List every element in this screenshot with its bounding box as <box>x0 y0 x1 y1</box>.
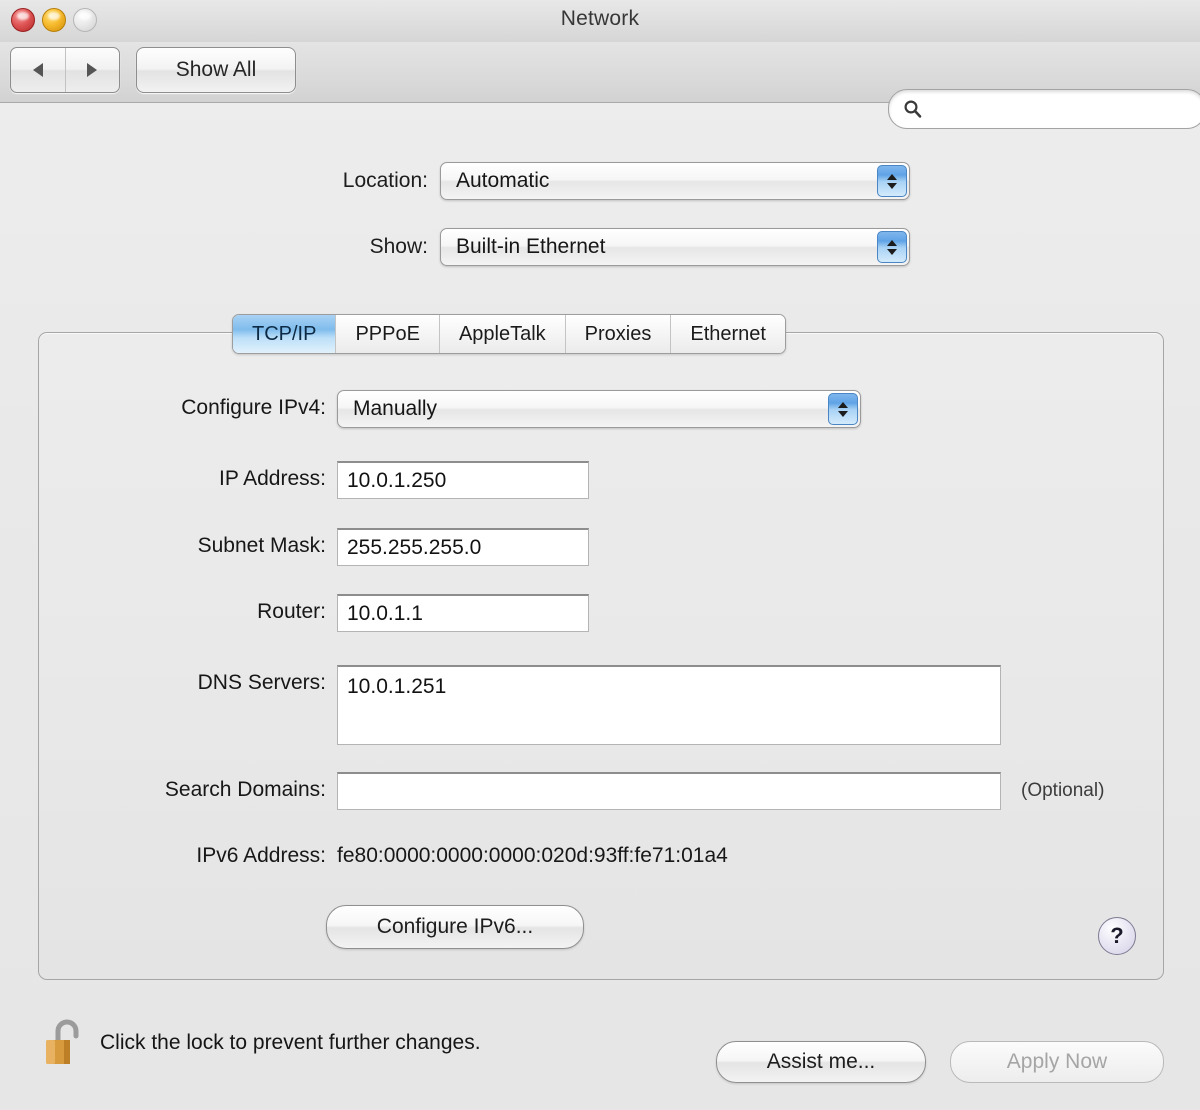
tab-tcpip[interactable]: TCP/IP <box>233 315 335 353</box>
dns-servers-row: DNS Servers: 10.0.1.251 <box>98 665 1001 745</box>
show-label: Show: <box>298 235 440 259</box>
apply-now-label: Apply Now <box>1007 1050 1107 1074</box>
forward-button[interactable] <box>65 48 120 92</box>
router-input[interactable]: 10.0.1.1 <box>337 594 589 632</box>
page-title: Network <box>0 7 1200 31</box>
search-icon <box>903 99 923 119</box>
lock-area: Click the lock to prevent further change… <box>42 1018 481 1068</box>
ip-address-label: IP Address: <box>98 461 337 497</box>
back-button[interactable] <box>11 48 65 92</box>
chevron-updown-icon <box>877 231 907 263</box>
assist-me-button[interactable]: Assist me... <box>716 1041 926 1083</box>
subnet-mask-label: Subnet Mask: <box>98 528 337 564</box>
configure-ipv4-value: Manually <box>338 397 437 421</box>
lock-message: Click the lock to prevent further change… <box>86 1031 481 1055</box>
search-domains-hint: (Optional) <box>1001 772 1104 810</box>
forward-triangle-icon <box>87 63 97 77</box>
configure-ipv4-popup-button[interactable]: Manually <box>337 390 861 428</box>
search-input[interactable] <box>923 90 1200 128</box>
configure-ipv4-row: Configure IPv4: Manually <box>98 390 861 428</box>
chevron-updown-icon <box>877 165 907 197</box>
show-value: Built-in Ethernet <box>441 235 605 259</box>
apply-now-button[interactable]: Apply Now <box>950 1041 1164 1083</box>
show-popup-button[interactable]: Built-in Ethernet <box>440 228 910 266</box>
ipv6-address-value: fe80:0000:0000:0000:020d:93ff:fe71:01a4 <box>337 838 728 874</box>
subnet-mask-input[interactable]: 255.255.255.0 <box>337 528 589 566</box>
toolbar: Show All <box>0 42 1200 103</box>
search-domains-input[interactable] <box>337 772 1001 810</box>
dns-servers-label: DNS Servers: <box>98 665 337 701</box>
window-titlebar: Network <box>0 0 1200 42</box>
ipv6-address-row: IPv6 Address: fe80:0000:0000:0000:020d:9… <box>98 838 728 874</box>
tab-proxies[interactable]: Proxies <box>565 315 671 353</box>
unlocked-padlock-icon[interactable] <box>42 1018 86 1068</box>
router-row: Router: 10.0.1.1 <box>98 594 589 632</box>
show-all-label: Show All <box>176 58 257 82</box>
search-domains-label: Search Domains: <box>98 772 337 808</box>
search-domains-row: Search Domains: (Optional) <box>98 772 1104 810</box>
tab-pppoe[interactable]: PPPoE <box>335 315 438 353</box>
search-field[interactable] <box>888 89 1200 129</box>
configure-ipv6-button[interactable]: Configure IPv6... <box>326 905 584 949</box>
location-popup-button[interactable]: Automatic <box>440 162 910 200</box>
tab-appletalk[interactable]: AppleTalk <box>439 315 565 353</box>
tcpip-panel <box>38 332 1164 980</box>
dns-servers-textarea[interactable]: 10.0.1.251 <box>337 665 1001 745</box>
location-label: Location: <box>298 169 440 193</box>
back-triangle-icon <box>33 63 43 77</box>
ip-address-input[interactable]: 10.0.1.250 <box>337 461 589 499</box>
tab-label: Proxies <box>585 323 652 346</box>
show-all-button[interactable]: Show All <box>136 47 296 93</box>
chevron-updown-icon <box>828 393 858 425</box>
ipv6-address-label: IPv6 Address: <box>98 838 337 874</box>
question-mark-icon: ? <box>1110 923 1123 949</box>
tab-bar: TCP/IP PPPoE AppleTalk Proxies Ethernet <box>232 314 786 354</box>
network-preferences-window: Network Show All Location: <box>0 0 1200 1110</box>
router-label: Router: <box>98 594 337 630</box>
show-row: Show: Built-in Ethernet <box>298 228 910 266</box>
tab-label: PPPoE <box>355 323 419 346</box>
tab-label: Ethernet <box>690 323 766 346</box>
tab-label: AppleTalk <box>459 323 546 346</box>
ip-address-row: IP Address: 10.0.1.250 <box>98 461 589 499</box>
configure-ipv4-label: Configure IPv4: <box>98 390 337 426</box>
help-button[interactable]: ? <box>1098 917 1136 955</box>
tab-ethernet[interactable]: Ethernet <box>670 315 785 353</box>
location-row: Location: Automatic <box>298 162 910 200</box>
location-value: Automatic <box>441 169 549 193</box>
tab-label: TCP/IP <box>252 323 316 346</box>
configure-ipv6-label: Configure IPv6... <box>377 915 533 939</box>
navigation-buttons <box>10 47 120 93</box>
assist-me-label: Assist me... <box>767 1050 876 1074</box>
subnet-mask-row: Subnet Mask: 255.255.255.0 <box>98 528 589 566</box>
